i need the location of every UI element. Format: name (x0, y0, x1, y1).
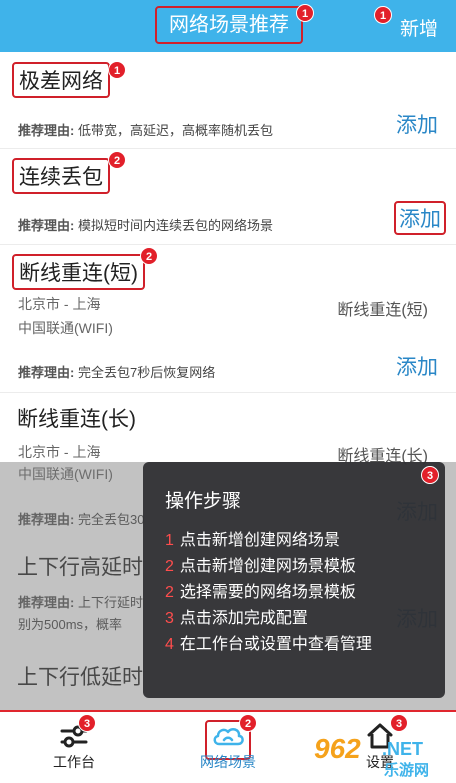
add-button[interactable]: 添加 (394, 201, 446, 235)
site-watermark: 962 .NET 乐游网 (314, 733, 446, 779)
item-title: 极差网络 (12, 62, 110, 98)
reason-text: 低带宽，高延迟，高概率随机丢包 (77, 123, 273, 138)
list-item[interactable]: 连续丢包 2 推荐理由: 模拟短时间内连续丢包的网络场景 添加 (0, 148, 456, 244)
item-carrier: 中国联通(WIFI) (18, 320, 113, 336)
item-title: 连续丢包 (12, 158, 110, 194)
watermark-cn: 乐游网 (384, 762, 430, 779)
step-text: 在工作台或设置中查看管理 (179, 636, 372, 653)
item-reason: 推荐理由: 模拟短时间内连续丢包的网络场景 (18, 215, 273, 234)
step-number: 4 (165, 636, 174, 653)
title-badge: 1 (296, 4, 314, 22)
add-button[interactable]: 添加 (396, 351, 438, 381)
step-text: 选择需要的网络场景模板 (179, 584, 356, 601)
reason-text: 完全丢包7秒后恢复网络 (77, 365, 216, 380)
tab-badge: 3 (390, 714, 408, 732)
step-number: 3 (165, 610, 174, 627)
list-item[interactable]: 极差网络 1 推荐理由: 低带宽，高延迟，高概率随机丢包 添加 (0, 52, 456, 148)
item-location: 北京市 - 上海 (18, 444, 101, 460)
reason-text: 模拟短时间内连续丢包的网络场景 (77, 218, 273, 233)
step-item: 2 选择需要的网络场景模板 (165, 578, 356, 602)
item-title: 断线重连(短) (12, 254, 145, 290)
item-right-label: 断线重连(短) (337, 302, 428, 319)
item-badge: 1 (108, 61, 126, 79)
item-badge: 2 (140, 247, 158, 265)
reason-label: 推荐理由: (18, 218, 75, 233)
watermark-text: 962 (314, 733, 361, 764)
watermark-sub: .NET (382, 739, 424, 759)
item-badge: 2 (108, 151, 126, 169)
tab-badge: 3 (78, 714, 96, 732)
step-number: 2 (165, 558, 174, 575)
step-item: 2 点击新增创建网场景模板 (165, 552, 356, 576)
tab-badge: 2 (239, 714, 257, 732)
item-reason: 推荐理由: 完全丢包7秒后恢复网络 (18, 362, 215, 381)
step-text: 点击新增创建网络场景 (179, 532, 340, 549)
add-button[interactable]: 添加 (396, 109, 438, 139)
steps-popup: 3 操作步骤 1 点击新增创建网络场景 2 点击新增创建网场景模板 2 选择需要的网络… (143, 462, 445, 698)
tab-label: 网络场景 (200, 754, 256, 770)
page-title: 网络场景推荐 (155, 6, 303, 44)
step-number: 1 (165, 532, 174, 549)
step-item: 1 点击新增创建网络场景 (165, 526, 340, 550)
item-location: 北京市 - 上海 (18, 296, 101, 312)
top-bar: 网络场景推荐 1 1 新增 (0, 0, 456, 52)
reason-label: 推荐理由: (18, 123, 75, 138)
popup-badge: 3 (421, 466, 439, 484)
step-item: 4 在工作台或设置中查看管理 (165, 630, 372, 654)
item-title: 断线重连(长) (17, 408, 136, 431)
reason-label: 推荐理由: (18, 365, 75, 380)
list-item[interactable]: 断线重连(短) 2 北京市 - 上海 中国联通(WIFI) 断线重连(短) 推荐… (0, 244, 456, 392)
add-badge: 1 (374, 6, 392, 24)
step-text: 点击添加完成配置 (179, 610, 308, 627)
item-reason: 推荐理由: 低带宽，高延迟，高概率随机丢包 (18, 120, 273, 139)
bottom-tab-bar: 工作台 3 网络场景 2 设置 3 962 .NET 乐游网 (0, 710, 456, 783)
step-text: 点击新增创建网场景模板 (179, 558, 356, 575)
popup-title: 操作步骤 (165, 491, 242, 512)
tab-label: 工作台 (53, 754, 95, 770)
step-item: 3 点击添加完成配置 (165, 604, 308, 628)
step-number: 2 (165, 584, 174, 601)
new-button[interactable]: 新增 (400, 14, 438, 41)
